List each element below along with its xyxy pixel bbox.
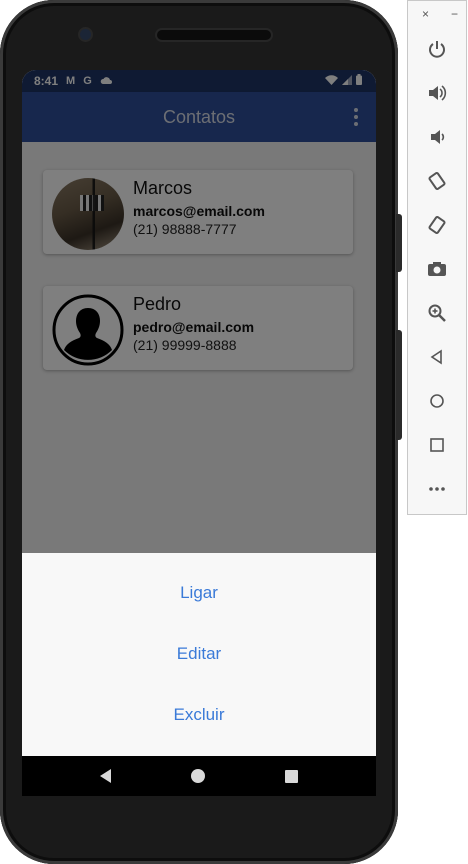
earpiece-speaker [157,30,271,40]
app-screen: 8:41 M G Contatos Marcos marcos@email.co… [22,70,376,756]
rotate-right-icon[interactable] [424,212,450,238]
action-sheet: Ligar Editar Excluir [22,553,376,756]
back-icon[interactable] [100,769,111,783]
delete-action-button[interactable]: Excluir [22,695,376,735]
system-nav-bar [22,756,376,796]
minimize-icon[interactable]: − [451,7,458,21]
close-icon[interactable]: × [422,7,429,21]
hardware-power-button [396,214,402,272]
zoom-icon[interactable] [424,300,450,326]
call-action-button[interactable]: Ligar [22,573,376,613]
power-icon[interactable] [424,36,450,62]
back-icon[interactable] [424,344,450,370]
emulator-toolbar: × − [407,0,467,515]
overview-icon[interactable] [424,432,450,458]
home-icon[interactable] [191,769,205,783]
rotate-left-icon[interactable] [424,168,450,194]
volume-up-icon[interactable] [424,80,450,106]
volume-down-icon[interactable] [424,124,450,150]
front-camera [80,29,91,40]
camera-icon[interactable] [424,256,450,282]
recents-icon[interactable] [285,769,298,783]
more-icon[interactable] [424,476,450,502]
home-icon[interactable] [424,388,450,414]
edit-action-button[interactable]: Editar [22,634,376,674]
hardware-volume-button [396,330,402,440]
